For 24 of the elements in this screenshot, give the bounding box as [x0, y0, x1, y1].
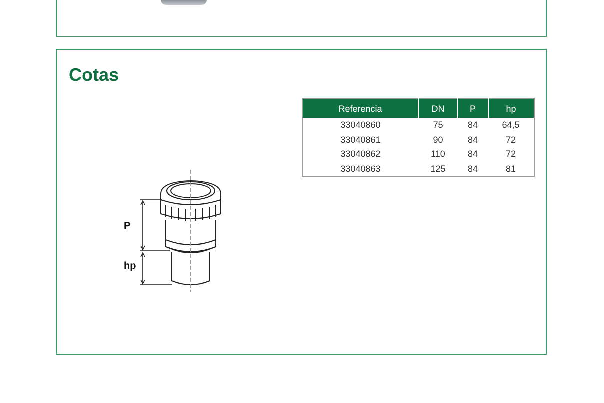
column-header: P [458, 98, 488, 118]
table-cell: 33040861 [302, 132, 418, 147]
table-cell: 84 [458, 162, 488, 176]
photo-placeholder [161, 0, 207, 5]
column-header: DN [418, 98, 458, 118]
table-cell: 72 [488, 147, 534, 162]
table-cell-text: 84 [467, 148, 480, 162]
dimension-label: hp [124, 261, 136, 272]
table-cell-text: 90 [432, 134, 444, 147]
table-cell: 72 [488, 132, 534, 147]
table-cell: 33040862 [302, 147, 418, 162]
section-title: Cotas [69, 64, 120, 86]
column-header: Referencia [302, 98, 418, 118]
dimension-label: P [124, 221, 131, 232]
table-cell: 81 [488, 162, 534, 176]
table-cell: 64,5 [488, 118, 534, 132]
table-cell-text: 110 [430, 148, 446, 162]
table-cell: 33040863 [302, 162, 418, 176]
table-cell: 33040860 [302, 118, 418, 132]
column-header: hp [488, 98, 534, 118]
table-cell: 75 [418, 118, 458, 132]
table-cell-text: 84 [467, 134, 480, 147]
table-cell: 125 [418, 162, 458, 176]
table-cell: 84 [458, 118, 488, 132]
